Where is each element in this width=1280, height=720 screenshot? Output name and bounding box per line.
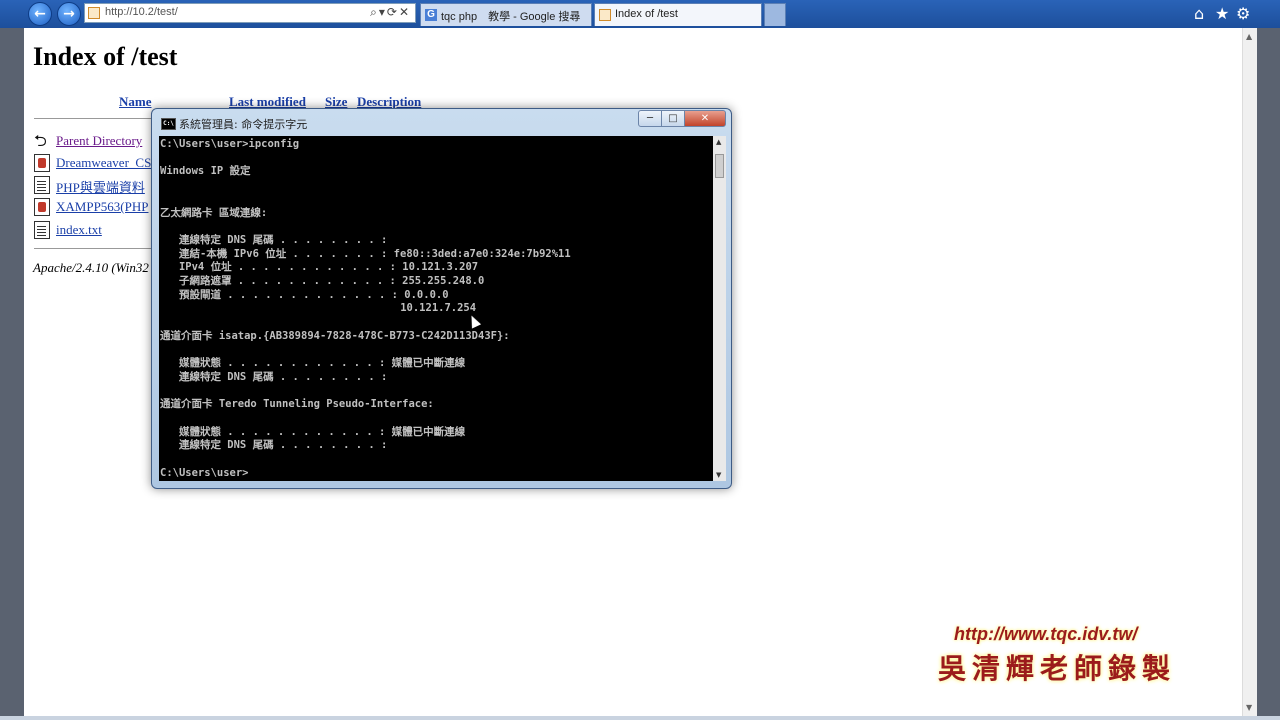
home-icon[interactable]: ⌂ [1194, 4, 1204, 23]
back-icon[interactable]: ← [28, 2, 52, 26]
console-line: 媒體狀態 . . . . . . . . . . . . : 媒體已中斷連線 [160, 357, 466, 370]
new-tab-button[interactable] [764, 3, 786, 26]
console-line: Windows IP 設定 [160, 165, 251, 178]
server-signature: Apache/2.4.10 (Win32 [33, 260, 149, 275]
console-line: 通道介面卡 isatap.{AB389894-7828-478C-B773-C2… [160, 329, 510, 342]
console-line: 乙太網路卡 區域連線: [160, 206, 268, 219]
page-favicon-icon [599, 9, 611, 21]
minimize-button[interactable]: ─ [638, 110, 662, 127]
gear-icon[interactable]: ⚙ [1236, 4, 1250, 23]
page-title: Index of /test [33, 42, 178, 71]
console-line: 通道介面卡 Teredo Tunneling Pseudo-Interface: [160, 398, 434, 411]
console-text: C:\Users\user>ipconfig Windows IP 設定 乙太網… [159, 136, 713, 481]
console-scrollbar[interactable]: ▲ ▼ [713, 136, 726, 481]
scroll-up-icon[interactable]: ▲ [1246, 32, 1252, 41]
google-favicon-icon: G [425, 9, 437, 21]
file-link[interactable]: index.txt [56, 222, 102, 238]
taskbar [0, 716, 1280, 720]
console-line: IPv4 位址 . . . . . . . . . . . . : 10.121… [160, 261, 479, 274]
back-icon: ⮌ [34, 131, 47, 150]
favorites-icon[interactable]: ★ [1215, 4, 1229, 23]
console-line: 連線特定 DNS 尾碼 . . . . . . . . : [160, 233, 388, 246]
console-line: 預設閘道 . . . . . . . . . . . . . : 0.0.0.0 [160, 288, 449, 301]
address-bar[interactable]: http://10.2/test/ ⌕▾⟳✕ [84, 3, 416, 23]
file-link[interactable]: XAMPP563(PHP [56, 199, 148, 215]
address-url[interactable]: http://10.2/test/ [105, 6, 178, 18]
film-icon [34, 198, 50, 216]
console-output[interactable]: C:\Users\user>ipconfig Windows IP 設定 乙太網… [159, 136, 713, 481]
page-scrollbar[interactable]: ▲ ▼ [1242, 28, 1257, 716]
console-line: 連結-本機 IPv6 位址 . . . . . . . : fe80::3ded… [160, 247, 571, 260]
window-title: 系統管理員: 命令提示字元 [179, 118, 308, 131]
document-icon [34, 176, 50, 194]
console-line: 媒體狀態 . . . . . . . . . . . . : 媒體已中斷連線 [160, 425, 466, 438]
scroll-down-icon[interactable]: ▼ [716, 471, 721, 479]
document-icon [34, 221, 50, 239]
watermark-author: 吳清輝老師錄製 [938, 652, 1177, 685]
desktop-edge [1257, 28, 1280, 720]
divider [34, 248, 164, 249]
console-line: 子網路遮罩 . . . . . . . . . . . . : 255.255.… [160, 275, 485, 288]
scroll-down-icon[interactable]: ▼ [1246, 703, 1252, 712]
watermark-url: http://www.tqc.idv.tw/ [954, 624, 1138, 644]
film-icon [34, 154, 50, 172]
command-prompt-window[interactable]: C:\ 系統管理員: 命令提示字元 ─ □ ✕ C:\Users\user>ip… [151, 108, 732, 489]
console-line: 連線特定 DNS 尾碼 . . . . . . . . : [160, 439, 388, 452]
scroll-thumb[interactable] [715, 154, 724, 178]
file-link[interactable]: Dreamweaver_CS [56, 155, 151, 171]
tab-label: Index of /test [615, 8, 678, 20]
maximize-button[interactable]: □ [661, 110, 685, 127]
column-header-name[interactable]: Name [119, 94, 152, 110]
address-controls-icon[interactable]: ⌕▾⟳✕ [370, 5, 411, 20]
forward-icon[interactable]: → [57, 2, 81, 26]
console-line: C:\Users\user> [160, 466, 249, 479]
console-icon: C:\ [161, 118, 176, 130]
scroll-up-icon[interactable]: ▲ [716, 138, 721, 146]
page-favicon-icon [88, 7, 100, 19]
parent-directory-link[interactable]: Parent Directory [56, 133, 142, 149]
console-line: C:\Users\user>ipconfig [160, 138, 300, 150]
file-link[interactable]: PHP與雲端資料 [56, 177, 145, 196]
tab-label: tqc php 教學 - Google 搜尋 [441, 11, 581, 23]
tab-index-of-test[interactable]: Index of /test [594, 3, 762, 26]
tab-google-search[interactable]: G tqc php 教學 - Google 搜尋 [420, 3, 592, 26]
console-line: 連線特定 DNS 尾碼 . . . . . . . . : [160, 370, 388, 383]
browser-toolbar: ← → http://10.2/test/ ⌕▾⟳✕ G tqc php 教學 … [0, 0, 1280, 28]
close-button[interactable]: ✕ [684, 110, 726, 127]
console-line: 10.121.7.254 [160, 302, 477, 315]
